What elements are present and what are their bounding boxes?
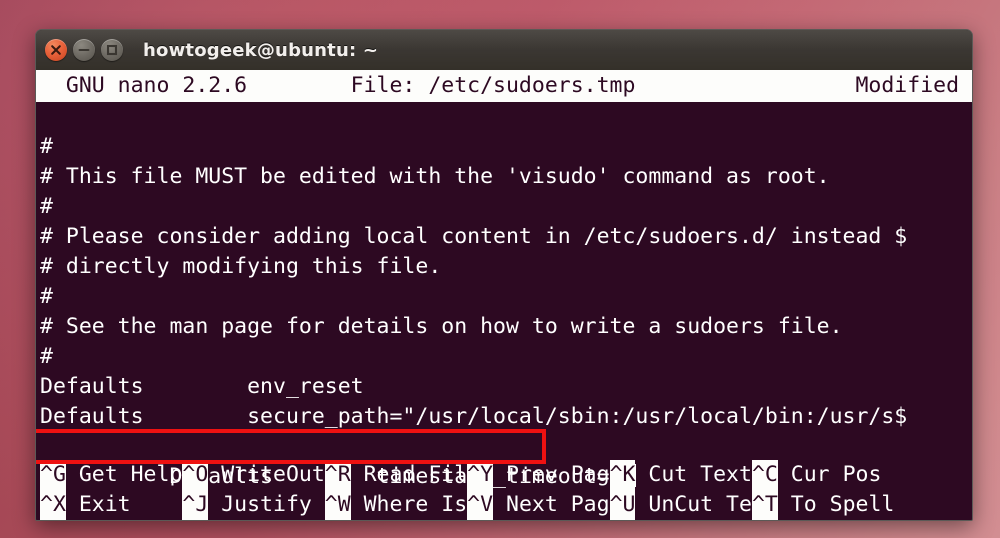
annotation-highlight-box bbox=[36, 429, 546, 464]
shortcut-key: ^U bbox=[609, 490, 636, 520]
shortcut-label: WriteOut bbox=[208, 462, 325, 487]
window-titlebar[interactable]: howtogeek@ubuntu: ~ bbox=[36, 30, 972, 70]
shortcut-write-out[interactable]: ^O WriteOut bbox=[182, 460, 325, 490]
shortcut-justify[interactable]: ^J Justify bbox=[182, 490, 324, 520]
text-line: # bbox=[40, 344, 53, 369]
shortcut-read-file[interactable]: ^R Read Fil bbox=[324, 460, 468, 490]
shortcut-label: Cut Text bbox=[635, 462, 752, 487]
shortcut-where-is[interactable]: ^W Where Is bbox=[324, 490, 468, 520]
shortcut-label: UnCut Te bbox=[635, 492, 752, 517]
terminal-window[interactable]: howtogeek@ubuntu: ~ GNU nano 2.2.6 File:… bbox=[35, 29, 973, 521]
text-line: # bbox=[40, 194, 53, 219]
shortcut-key: ^X bbox=[40, 490, 66, 520]
shortcut-next-page[interactable]: ^V Next Pag bbox=[467, 490, 610, 520]
shortcut-exit[interactable]: ^X Exit bbox=[40, 490, 182, 520]
shortcut-key: ^R bbox=[324, 460, 351, 490]
shortcut-label: Next Pag bbox=[493, 492, 610, 517]
shortcut-key: ^V bbox=[467, 490, 494, 520]
text-line: # See the man page for details on how to… bbox=[40, 314, 843, 339]
nano-status-bar: GNU nano 2.2.6 File: /etc/sudoers.tmp Mo… bbox=[36, 70, 972, 102]
nano-edit-area[interactable]: # # This file MUST be edited with the 'v… bbox=[36, 102, 972, 492]
shortcut-label: Cur Pos bbox=[777, 462, 882, 487]
text-line: # bbox=[40, 284, 53, 309]
shortcut-key: ^Y bbox=[467, 460, 494, 490]
text-line-blank bbox=[36, 102, 972, 132]
shortcut-to-spell[interactable]: ^T To Spell bbox=[751, 490, 895, 520]
shortcut-prev-page[interactable]: ^Y Prev Pag bbox=[467, 460, 610, 490]
shortcut-get-help[interactable]: ^G Get Help bbox=[40, 460, 182, 490]
shortcut-label: Prev Pag bbox=[493, 462, 610, 487]
shortcut-label: Justify bbox=[208, 492, 325, 517]
text-line: Defaults env_reset bbox=[40, 374, 364, 399]
shortcut-uncut-text[interactable]: ^U UnCut Te bbox=[609, 490, 752, 520]
shortcut-cur-pos[interactable]: ^C Cur Pos bbox=[751, 460, 882, 490]
nano-shortcut-bar: ^G Get Help ^O WriteOut ^R Read Fil ^Y P… bbox=[36, 460, 972, 520]
shortcut-label: Get Help bbox=[65, 462, 183, 487]
shortcut-label: Exit bbox=[65, 492, 183, 517]
shortcut-label: Where Is bbox=[350, 492, 468, 517]
shortcut-key: ^W bbox=[324, 490, 351, 520]
shortcut-row-2: ^X Exit ^J Justify ^W Where Is ^V Next P… bbox=[36, 490, 972, 520]
shortcut-row-1: ^G Get Help ^O WriteOut ^R Read Fil ^Y P… bbox=[36, 460, 972, 490]
close-icon[interactable] bbox=[45, 39, 67, 61]
desktop-background: howtogeek@ubuntu: ~ GNU nano 2.2.6 File:… bbox=[0, 0, 1000, 538]
shortcut-label: Read Fil bbox=[350, 462, 468, 487]
minimize-icon[interactable] bbox=[73, 39, 95, 61]
text-line: # directly modifying this file. bbox=[40, 254, 442, 279]
text-line: # bbox=[40, 134, 53, 159]
text-line: # This file MUST be edited with the 'vis… bbox=[40, 164, 830, 189]
text-line: Defaults secure_path="/usr/local/sbin:/u… bbox=[40, 404, 908, 429]
shortcut-key: ^O bbox=[182, 460, 209, 490]
shortcut-key: ^G bbox=[40, 460, 66, 490]
shortcut-key: ^K bbox=[609, 460, 636, 490]
shortcut-key: ^J bbox=[182, 490, 209, 520]
shortcut-label: To Spell bbox=[777, 492, 895, 517]
shortcut-key: ^T bbox=[751, 490, 778, 520]
window-title: howtogeek@ubuntu: ~ bbox=[143, 39, 379, 61]
shortcut-cut-text[interactable]: ^K Cut Text bbox=[609, 460, 752, 490]
shortcut-key: ^C bbox=[751, 460, 778, 490]
terminal-screen[interactable]: GNU nano 2.2.6 File: /etc/sudoers.tmp Mo… bbox=[36, 70, 972, 520]
highlighted-text-line[interactable]: Defaults timestamp_timeout=0 bbox=[36, 429, 972, 489]
text-line: # Please consider adding local content i… bbox=[40, 224, 908, 249]
maximize-icon[interactable] bbox=[101, 39, 123, 61]
